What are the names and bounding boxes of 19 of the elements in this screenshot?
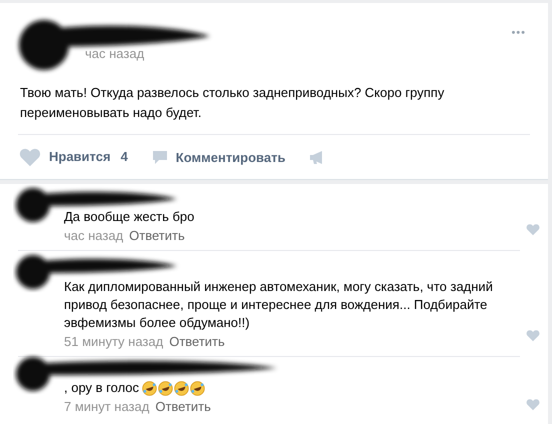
- heart-icon[interactable]: [526, 223, 540, 236]
- reply-link[interactable]: Ответить: [155, 398, 211, 414]
- megaphone-icon: [309, 150, 324, 164]
- post-text: Твою мать! Откуда развелось столько заднеприводных? Скоро группу переименовывать надо будет.: [19, 84, 446, 122]
- like-button[interactable]: Нравится 4: [19, 146, 128, 168]
- share-button[interactable]: [309, 150, 324, 164]
- comment-text: Как дипломированный инженер автомеханик, могу сказать, что задний привод безопаснее, проще и интереснее для вождения... Подбирайте эвфемизмы более обдумано!!): [64, 278, 494, 332]
- post-time: час назад: [85, 46, 144, 61]
- comment-time: час назад: [64, 228, 124, 242]
- heart-icon[interactable]: [526, 398, 540, 411]
- comment-button[interactable]: Комментировать: [152, 150, 286, 164]
- heart-icon[interactable]: [526, 329, 540, 342]
- speech-bubble-icon: [152, 150, 168, 164]
- comment-time: 7 минут назад: [64, 398, 150, 414]
- comment-time: 51 минуту назад: [64, 334, 164, 348]
- comment-text: Да вообще жесть бро: [64, 208, 194, 226]
- comment-text: , ору в голос: [64, 379, 140, 397]
- reply-link[interactable]: Ответить: [129, 228, 185, 242]
- reply-link[interactable]: Ответить: [169, 334, 225, 348]
